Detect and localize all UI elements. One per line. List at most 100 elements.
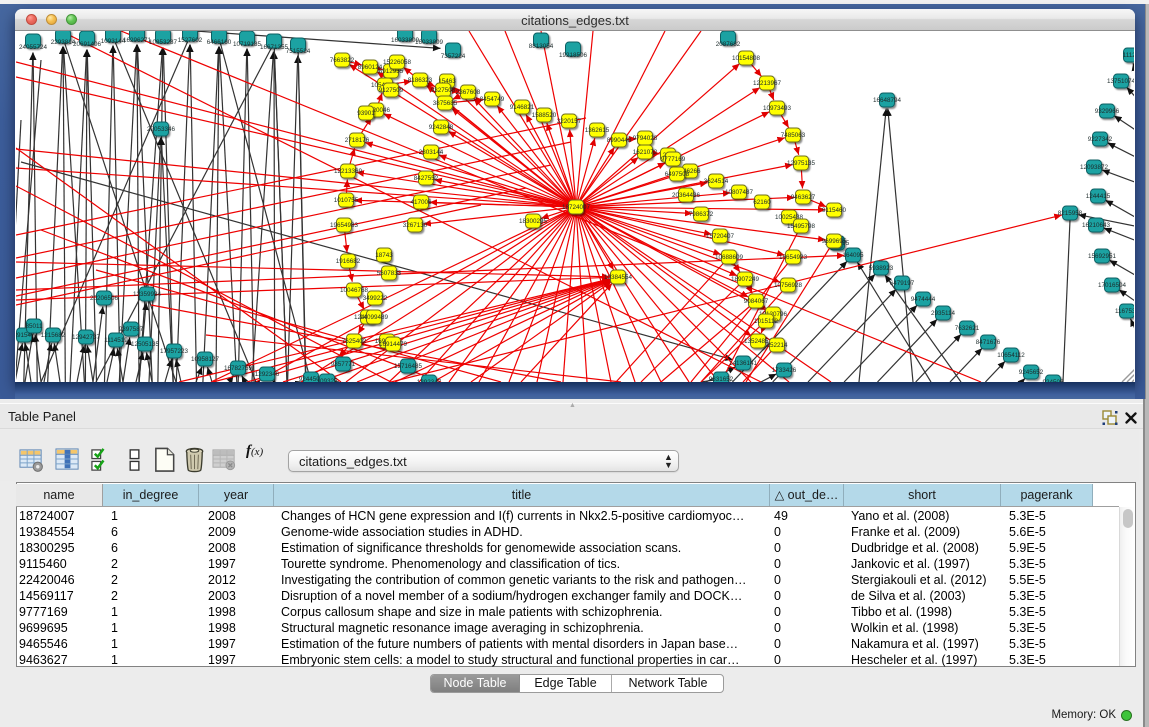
svg-text:10958127: 10958127: [191, 356, 220, 363]
svg-text:9463627: 9463627: [791, 194, 816, 201]
svg-text:9245652: 9245652: [1019, 369, 1044, 376]
svg-text:22053346: 22053346: [147, 126, 176, 133]
svg-text:8215958: 8215958: [1058, 210, 1083, 217]
svg-text:9474444: 9474444: [911, 296, 936, 303]
svg-text:16033809: 16033809: [415, 39, 444, 46]
svg-text:14099489: 14099489: [360, 314, 389, 321]
svg-text:7485063: 7485063: [781, 132, 806, 139]
svg-text:1010755: 1010755: [334, 197, 359, 204]
svg-text:9794028: 9794028: [633, 135, 658, 142]
svg-text:1362615: 1362615: [585, 127, 610, 134]
svg-text:17957223: 17957223: [160, 348, 189, 355]
svg-text:1215682: 1215682: [41, 332, 66, 339]
svg-text:9777169: 9777169: [661, 156, 686, 163]
svg-text:12942737: 12942737: [72, 334, 101, 341]
svg-text:1733426: 1733426: [772, 367, 797, 374]
svg-text:18907249: 18907249: [731, 276, 760, 283]
svg-text:12093872: 12093872: [1080, 164, 1109, 171]
svg-text:1621072: 1621072: [633, 149, 658, 156]
svg-text:10154808: 10154808: [732, 55, 761, 62]
svg-text:11121: 11121: [1123, 52, 1134, 59]
svg-text:20691406: 20691406: [73, 41, 102, 48]
svg-text:9857771: 9857771: [331, 361, 356, 368]
svg-text:1292346: 1292346: [255, 371, 280, 378]
svg-text:9329966: 9329966: [1095, 108, 1120, 115]
svg-text:3220157: 3220157: [557, 118, 582, 125]
svg-text:16210643: 16210643: [1082, 222, 1111, 229]
svg-text:85011: 85011: [25, 323, 43, 330]
svg-text:12213967: 12213967: [753, 80, 782, 87]
svg-text:10853287: 10853287: [149, 39, 178, 46]
svg-text:3875685: 3875685: [433, 100, 458, 107]
svg-text:6497508: 6497508: [665, 171, 690, 178]
svg-text:20206506: 20206506: [90, 295, 119, 302]
svg-text:1015112: 1015112: [754, 318, 779, 325]
svg-text:417006: 417006: [410, 199, 432, 206]
svg-text:7625402: 7625402: [342, 338, 367, 345]
svg-text:93901: 93901: [357, 110, 375, 117]
svg-text:10719185: 10719185: [233, 41, 262, 48]
svg-text:10756928: 10756928: [774, 282, 803, 289]
svg-text:19654983: 19654983: [330, 222, 359, 229]
svg-text:1167535: 1167535: [1115, 308, 1134, 315]
svg-text:8186323: 8186323: [408, 77, 433, 84]
svg-text:6466160: 6466160: [207, 39, 232, 46]
svg-text:9146821: 9146821: [510, 104, 535, 111]
svg-text:18724007: 18724007: [562, 204, 591, 211]
svg-text:17016504: 17016504: [1098, 282, 1127, 289]
svg-text:12359934: 12359934: [133, 291, 162, 298]
svg-text:10046768: 10046768: [340, 287, 369, 294]
svg-text:7663822: 7663822: [330, 57, 355, 64]
svg-text:16296271: 16296271: [123, 37, 152, 44]
svg-text:252214: 252214: [766, 342, 788, 349]
svg-text:15692951: 15692951: [1088, 253, 1117, 260]
svg-text:8813054: 8813054: [529, 43, 554, 50]
svg-text:15226058: 15226058: [383, 59, 412, 66]
svg-text:1244415: 1244415: [1086, 193, 1111, 200]
svg-text:10654112: 10654112: [997, 352, 1025, 359]
svg-text:1527602: 1527602: [178, 37, 203, 44]
svg-text:18300295: 18300295: [519, 218, 548, 225]
svg-text:1588520: 1588520: [532, 112, 557, 119]
svg-text:10688609: 10688609: [715, 254, 744, 261]
svg-text:9699695: 9699695: [822, 238, 847, 245]
svg-text:14136141: 14136141: [729, 360, 758, 367]
svg-text:8990448: 8990448: [607, 137, 632, 144]
svg-text:12213369: 12213369: [334, 168, 363, 175]
svg-text:3267130: 3267130: [403, 222, 428, 229]
svg-text:15495798: 15495798: [787, 223, 816, 230]
svg-text:19384554: 19384554: [604, 274, 633, 281]
svg-text:2718176: 2718176: [345, 137, 370, 144]
svg-text:9397587: 9397587: [119, 326, 144, 333]
svg-text:9327508: 9327508: [431, 87, 456, 94]
svg-text:15716485: 15716485: [394, 363, 423, 370]
svg-text:3624514: 3624514: [704, 178, 729, 185]
svg-text:9227342: 9227342: [1088, 136, 1113, 143]
svg-text:16782759: 16782759: [224, 365, 253, 372]
svg-text:24055724: 24055724: [19, 44, 48, 51]
svg-text:16654923: 16654923: [779, 254, 808, 261]
svg-text:1114519: 1114519: [104, 337, 128, 344]
svg-text:3499222: 3499222: [363, 295, 388, 302]
svg-text:7986372: 7986372: [689, 211, 714, 218]
svg-text:1916682: 1916682: [336, 258, 361, 265]
svg-text:8454749: 8454749: [480, 96, 505, 103]
svg-text:7515524: 7515524: [286, 48, 311, 55]
svg-text:9242848: 9242848: [429, 124, 454, 131]
svg-text:18743: 18743: [375, 252, 393, 259]
svg-text:2367608: 2367608: [456, 89, 481, 96]
svg-text:6479197: 6479197: [890, 280, 915, 287]
svg-text:13751074: 13751074: [1107, 78, 1134, 85]
svg-text:5607833: 5607833: [377, 270, 402, 277]
svg-text:2935114: 2935114: [931, 310, 956, 317]
svg-text:12975135: 12975135: [787, 160, 816, 167]
svg-text:9115460: 9115460: [822, 207, 847, 214]
svg-text:16648794: 16648794: [873, 97, 902, 104]
svg-text:164095: 164095: [842, 252, 864, 259]
svg-text:62160: 62160: [753, 199, 771, 206]
svg-text:2803144: 2803144: [419, 149, 444, 156]
svg-text:9084067: 9084067: [744, 298, 769, 305]
svg-text:15720407: 15720407: [706, 233, 735, 240]
svg-text:19218506: 19218506: [559, 52, 588, 59]
svg-text:10807487: 10807487: [725, 189, 754, 196]
